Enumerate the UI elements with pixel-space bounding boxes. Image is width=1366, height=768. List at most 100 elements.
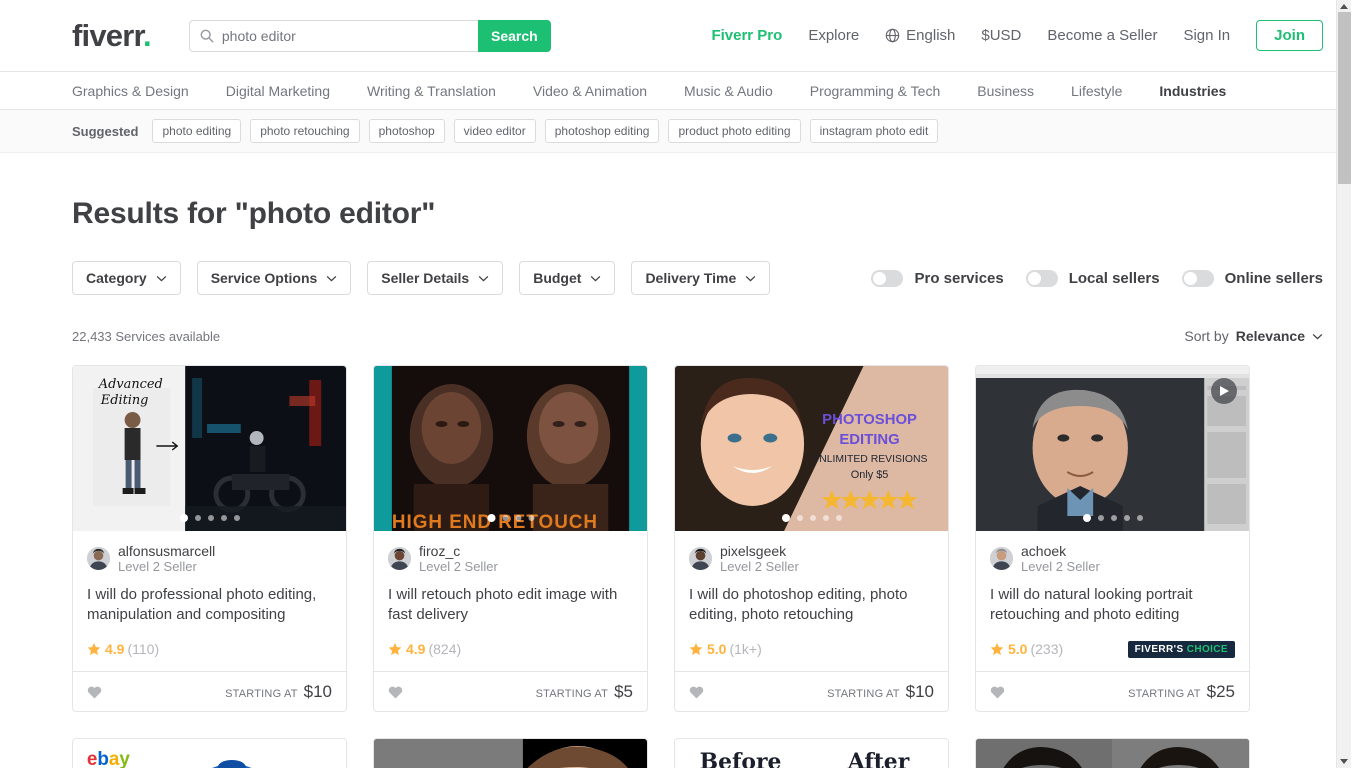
toggle-switch[interactable] (871, 269, 904, 287)
search-input[interactable] (221, 27, 468, 44)
carousel-dot[interactable] (220, 515, 227, 521)
suggested-tag[interactable]: photo retouching (250, 119, 360, 143)
category-nav-item-digital-marketing[interactable]: Digital Marketing (226, 83, 330, 99)
gig-card[interactable]: achoek Level 2 Seller I will do natural … (975, 365, 1250, 712)
join-button[interactable]: Join (1256, 20, 1323, 51)
filter-budget[interactable]: Budget (519, 261, 616, 295)
filter-delivery-time[interactable]: Delivery Time (631, 261, 771, 295)
gig-thumbnail[interactable]: ebay amazon (73, 739, 346, 768)
carousel-dot[interactable] (233, 515, 240, 521)
svg-text:Advanced: Advanced (98, 377, 163, 392)
search-box[interactable] (188, 19, 478, 52)
header-nav: Fiverr Pro Explore English $USD Become a… (711, 20, 1323, 51)
carousel-dot[interactable] (1136, 515, 1143, 521)
page-scrollbar[interactable] (1336, 0, 1351, 768)
carousel-dot[interactable] (1097, 515, 1104, 521)
filter-seller-details[interactable]: Seller Details (367, 261, 504, 295)
nav-currency[interactable]: $USD (981, 27, 1021, 44)
scroll-up-arrow-icon[interactable] (1340, 4, 1348, 9)
gig-card[interactable]: ebay amazon (72, 738, 347, 768)
carousel-dot[interactable] (796, 515, 803, 521)
favorite-heart-icon[interactable] (388, 685, 403, 699)
gig-title[interactable]: I will do professional photo editing, ma… (87, 585, 332, 625)
suggested-tag[interactable]: video editor (453, 119, 536, 143)
suggested-tag[interactable]: photoshop (368, 119, 445, 143)
nav-explore[interactable]: Explore (808, 27, 859, 44)
gig-thumbnail[interactable]: HIGH END RETOUCH (374, 366, 647, 531)
seller-name[interactable]: pixelsgeek (720, 543, 799, 559)
favorite-heart-icon[interactable] (990, 685, 1005, 699)
nav-language[interactable]: English (885, 27, 955, 44)
category-nav-item-writing-translation[interactable]: Writing & Translation (367, 83, 496, 99)
toggle-switch[interactable] (1181, 269, 1214, 287)
toggle-pro-services[interactable]: Pro services (871, 269, 1004, 287)
category-nav-item-graphics-design[interactable]: Graphics & Design (72, 83, 189, 99)
scrollbar-thumb[interactable] (1338, 12, 1351, 184)
carousel-dot[interactable] (1123, 515, 1130, 521)
carousel-dot[interactable] (194, 515, 201, 521)
gig-card[interactable]: PHOTOSHOP EDITING UNLIMITED REVISIONS On… (674, 365, 949, 712)
suggested-tag[interactable]: photo editing (152, 119, 242, 143)
gig-card[interactable]: Advanced Editing alfonsusmarcell Level 2… (72, 365, 347, 712)
carousel-dot[interactable] (781, 514, 790, 522)
seller-row[interactable]: alfonsusmarcell Level 2 Seller (87, 543, 332, 574)
gig-thumbnail[interactable]: Before After (675, 739, 948, 768)
carousel-dot[interactable] (835, 515, 842, 521)
carousel-dot[interactable] (179, 514, 188, 522)
gig-title[interactable]: I will do natural looking portrait retou… (990, 585, 1235, 625)
category-nav-item-business[interactable]: Business (977, 83, 1034, 99)
seller-row[interactable]: firoz_c Level 2 Seller (388, 543, 633, 574)
category-nav-item-programming-tech[interactable]: Programming & Tech (810, 83, 940, 99)
search-button[interactable]: Search (477, 19, 551, 52)
gig-title[interactable]: I will retouch photo edit image with fas… (388, 585, 633, 625)
nav-become-a-seller[interactable]: Become a Seller (1047, 27, 1157, 44)
gig-thumbnail[interactable]: PHOTOSHOP EDITING UNLIMITED REVISIONS On… (675, 366, 948, 531)
suggested-tag[interactable]: product photo editing (668, 119, 801, 143)
carousel-dot[interactable] (528, 515, 534, 521)
toggle-online-sellers[interactable]: Online sellers (1181, 269, 1323, 287)
carousel-dot[interactable] (1082, 514, 1091, 522)
seller-row[interactable]: pixelsgeek Level 2 Seller (689, 543, 934, 574)
carousel-dot[interactable] (207, 515, 214, 521)
gig-thumbnail[interactable]: FAST DELIVERY (374, 739, 647, 768)
gig-title[interactable]: I will do photoshop editing, photo editi… (689, 585, 934, 625)
carousel-dot[interactable] (1110, 515, 1117, 521)
gig-card[interactable]: HIGH END RETOUCH firoz_c Level 2 Seller … (373, 365, 648, 712)
seller-row[interactable]: achoek Level 2 Seller (990, 543, 1235, 574)
starting-at-label: STARTING AT (827, 687, 900, 700)
category-nav-item-music-audio[interactable]: Music & Audio (684, 83, 773, 99)
nav-sign-in[interactable]: Sign In (1183, 27, 1230, 44)
seller-name[interactable]: achoek (1021, 543, 1100, 559)
gig-card[interactable]: Before After (674, 738, 949, 768)
carousel-dot[interactable] (822, 515, 829, 521)
category-nav-item-lifestyle[interactable]: Lifestyle (1071, 83, 1122, 99)
suggested-tag[interactable]: photoshop editing (544, 119, 660, 143)
suggested-tag[interactable]: instagram photo edit (809, 119, 939, 143)
category-nav-item-industries[interactable]: Industries (1159, 83, 1226, 99)
toggle-switch[interactable] (1025, 269, 1058, 287)
rating-value: 5.0 (707, 641, 727, 657)
toggle-local-sellers[interactable]: Local sellers (1025, 269, 1160, 287)
nav-fiverr-pro[interactable]: Fiverr Pro (711, 27, 782, 44)
favorite-heart-icon[interactable] (87, 685, 102, 699)
seller-name[interactable]: firoz_c (419, 543, 498, 559)
seller-name[interactable]: alfonsusmarcell (118, 543, 215, 559)
gig-thumbnail[interactable]: Advanced Editing (73, 366, 346, 531)
carousel-dot[interactable] (515, 515, 521, 521)
filter-service-options[interactable]: Service Options (196, 261, 352, 295)
gig-card[interactable] (975, 738, 1250, 768)
sort-dropdown[interactable]: Sort by Relevance (1184, 328, 1323, 344)
filter-category[interactable]: Category (72, 261, 181, 295)
scroll-down-arrow-icon[interactable] (1340, 759, 1348, 764)
gig-card[interactable]: FAST DELIVERY (373, 738, 648, 768)
category-nav-item-video-animation[interactable]: Video & Animation (533, 83, 647, 99)
gig-thumbnail[interactable] (976, 739, 1249, 768)
carousel-dot[interactable] (502, 515, 508, 521)
gig-card-body: pixelsgeek Level 2 Seller I will do phot… (675, 531, 948, 660)
play-video-button[interactable] (1211, 378, 1237, 404)
carousel-dot[interactable] (487, 514, 495, 522)
fiverr-logo[interactable]: fiverr. (72, 20, 152, 51)
gig-thumbnail[interactable] (976, 366, 1249, 531)
favorite-heart-icon[interactable] (689, 685, 704, 699)
carousel-dot[interactable] (809, 515, 816, 521)
